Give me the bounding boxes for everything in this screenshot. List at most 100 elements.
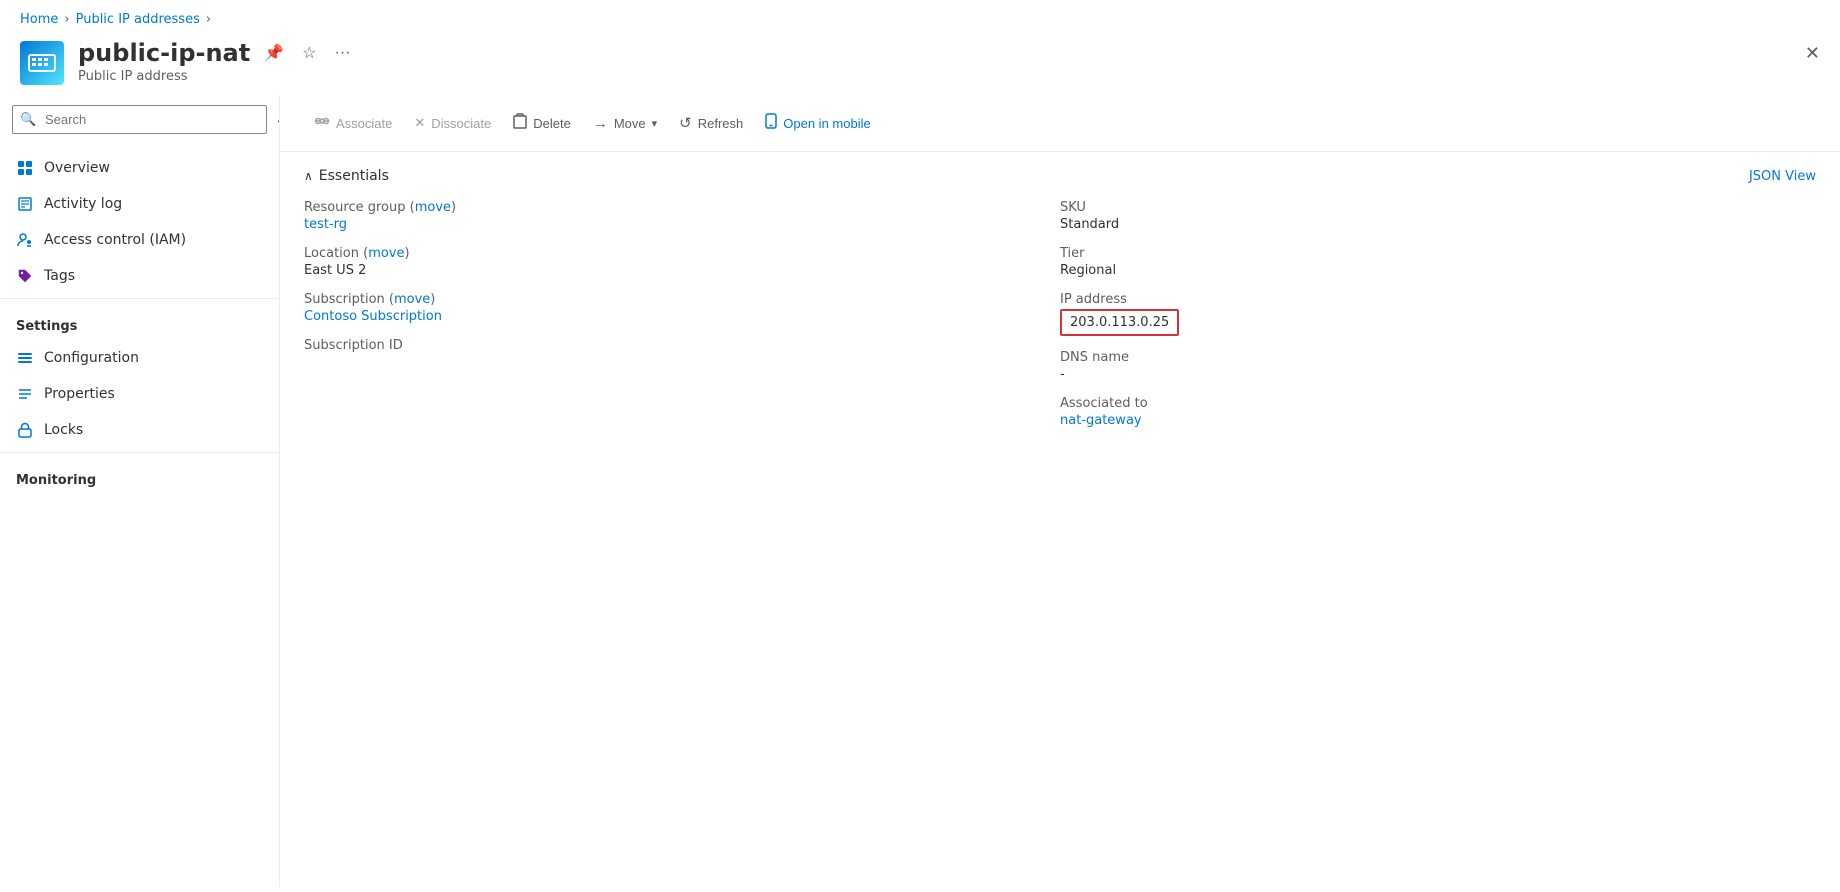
move-label: Move (614, 116, 646, 131)
dns-name-label: DNS name (1060, 350, 1792, 365)
iam-icon (16, 231, 34, 249)
tier-value: Regional (1060, 263, 1792, 278)
subscription-id-label: Subscription ID (304, 338, 1036, 353)
essentials-title[interactable]: ∧ Essentials (304, 168, 389, 184)
dissociate-button[interactable]: ✕ Dissociate (404, 109, 501, 137)
sidebar-item-activity-log-label: Activity log (44, 196, 122, 212)
monitoring-section-title: Monitoring (0, 457, 279, 494)
sidebar-divider-monitoring (0, 452, 279, 453)
json-view-link[interactable]: JSON View (1749, 169, 1816, 184)
location-value: East US 2 (304, 263, 1036, 278)
search-icon: 🔍 (20, 112, 36, 127)
essentials-tier-row: Tier Regional (1060, 246, 1792, 278)
main-content: Associate ✕ Dissociate Delete → (280, 95, 1840, 887)
configuration-icon (16, 349, 34, 367)
essentials-subscription-id-row: Subscription ID (304, 338, 1036, 353)
associated-to-label: Associated to (1060, 396, 1792, 411)
tags-icon (16, 267, 34, 285)
sidebar-item-configuration[interactable]: Configuration (0, 340, 279, 376)
move-chevron-icon: ▾ (652, 117, 658, 130)
sidebar-search-container: 🔍 « (12, 105, 267, 134)
sidebar-item-tags-label: Tags (44, 268, 75, 284)
sku-label: SKU (1060, 200, 1792, 215)
open-mobile-button[interactable]: Open in mobile (755, 107, 880, 139)
essentials-right-col: SKU Standard Tier Regional IP address 20… (1060, 200, 1816, 442)
dissociate-label: Dissociate (431, 116, 491, 131)
resource-header: public-ip-nat 📌 ☆ ··· Public IP address … (0, 35, 1840, 95)
properties-icon (16, 385, 34, 403)
header-title-block: public-ip-nat 📌 ☆ ··· Public IP address (78, 39, 1820, 84)
essentials-left-col: Resource group (move) test-rg Location (… (304, 200, 1060, 442)
move-icon: → (593, 115, 608, 132)
sidebar-item-activity-log[interactable]: Activity log (0, 186, 279, 222)
tier-label: Tier (1060, 246, 1792, 261)
locks-icon (16, 421, 34, 439)
sidebar-item-tags[interactable]: Tags (0, 258, 279, 294)
sidebar-nav: Overview Activity log (0, 144, 279, 500)
refresh-label: Refresh (698, 116, 744, 131)
resource-name: public-ip-nat (78, 39, 250, 67)
favorite-button[interactable]: ☆ (298, 39, 320, 67)
sidebar-item-overview-label: Overview (44, 160, 110, 176)
sidebar-item-locks-label: Locks (44, 422, 83, 438)
resource-subtitle: Public IP address (78, 69, 1820, 84)
sidebar: 🔍 « Overview (0, 95, 280, 887)
toolbar: Associate ✕ Dissociate Delete → (280, 95, 1840, 152)
associate-label: Associate (336, 116, 392, 131)
essentials-sku-row: SKU Standard (1060, 200, 1792, 232)
breadcrumb-home[interactable]: Home (20, 12, 58, 27)
delete-label: Delete (533, 116, 571, 131)
activity-log-icon (16, 195, 34, 213)
sku-value: Standard (1060, 217, 1792, 232)
essentials-header: ∧ Essentials JSON View (304, 168, 1816, 184)
more-options-button[interactable]: ··· (330, 40, 354, 66)
breadcrumb-public-ip[interactable]: Public IP addresses (76, 12, 200, 27)
sidebar-item-overview[interactable]: Overview (0, 150, 279, 186)
settings-section-title: Settings (0, 303, 279, 340)
essentials-chevron-icon: ∧ (304, 169, 313, 183)
delete-button[interactable]: Delete (503, 107, 581, 139)
associate-icon (314, 114, 330, 132)
subscription-move-link[interactable]: move (394, 292, 430, 307)
overview-icon (16, 159, 34, 177)
resource-icon (20, 41, 64, 85)
dns-name-value: - (1060, 367, 1792, 382)
mobile-icon (765, 113, 777, 133)
sidebar-item-properties[interactable]: Properties (0, 376, 279, 412)
sidebar-item-iam-label: Access control (IAM) (44, 232, 186, 248)
essentials-associated-to-row: Associated to nat-gateway (1060, 396, 1792, 428)
breadcrumb: Home › Public IP addresses › (0, 0, 1840, 35)
pin-button[interactable]: 📌 (260, 39, 288, 67)
essentials-location-row: Location (move) East US 2 (304, 246, 1036, 278)
resource-group-move-link[interactable]: move (415, 200, 451, 215)
essentials-resource-group-row: Resource group (move) test-rg (304, 200, 1036, 232)
close-button[interactable]: ✕ (1805, 43, 1820, 64)
location-move-link[interactable]: move (368, 246, 404, 261)
search-input[interactable] (12, 105, 267, 134)
dissociate-icon: ✕ (414, 115, 425, 131)
ip-address-value: 203.0.113.0.25 (1060, 309, 1179, 336)
essentials-subscription-row: Subscription (move) Contoso Subscription (304, 292, 1036, 324)
essentials-dns-row: DNS name - (1060, 350, 1792, 382)
sidebar-item-configuration-label: Configuration (44, 350, 139, 366)
sidebar-item-locks[interactable]: Locks (0, 412, 279, 448)
subscription-label: Subscription ( (304, 292, 394, 307)
resource-group-label: Resource group ( (304, 200, 415, 215)
essentials-title-text: Essentials (319, 168, 389, 184)
sidebar-item-iam[interactable]: Access control (IAM) (0, 222, 279, 258)
location-label: Location ( (304, 246, 368, 261)
essentials-ip-address-row: IP address 203.0.113.0.25 (1060, 292, 1792, 336)
sidebar-divider-settings (0, 298, 279, 299)
move-button[interactable]: → Move ▾ (583, 109, 667, 138)
subscription-value[interactable]: Contoso Subscription (304, 309, 442, 324)
essentials-grid: Resource group (move) test-rg Location (… (304, 200, 1816, 442)
sidebar-item-properties-label: Properties (44, 386, 115, 402)
ip-address-label: IP address (1060, 292, 1792, 307)
essentials-section: ∧ Essentials JSON View Resource group (m… (280, 152, 1840, 458)
associate-button[interactable]: Associate (304, 108, 402, 138)
resource-group-value[interactable]: test-rg (304, 217, 347, 232)
open-mobile-label: Open in mobile (783, 116, 870, 131)
refresh-icon: ↺ (679, 114, 692, 132)
associated-to-value[interactable]: nat-gateway (1060, 413, 1142, 428)
refresh-button[interactable]: ↺ Refresh (669, 108, 753, 138)
